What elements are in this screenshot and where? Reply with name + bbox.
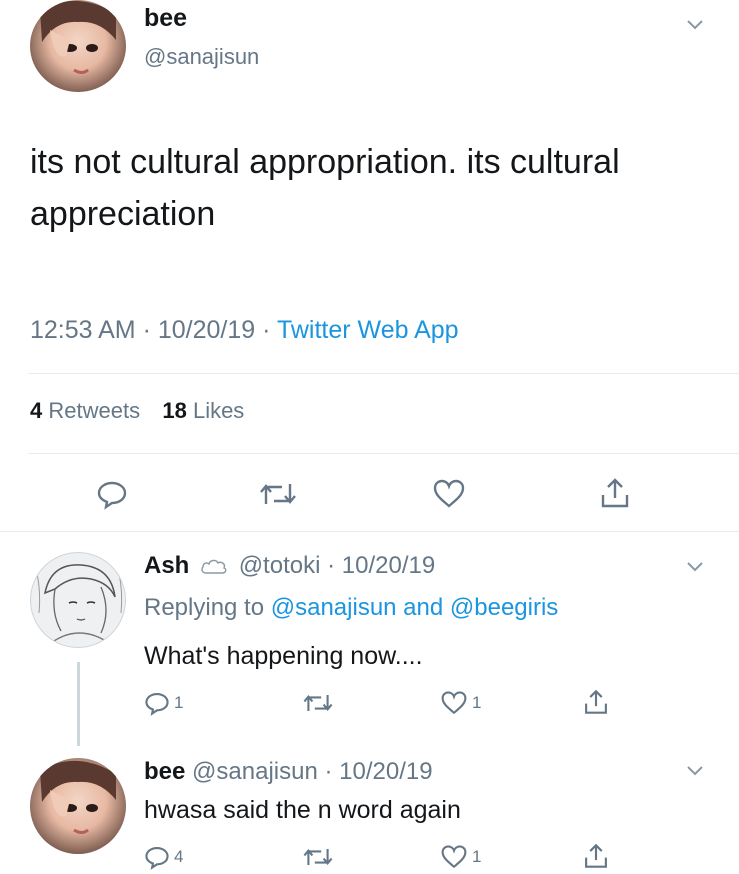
reply-text: hwasa said the n word again xyxy=(144,796,461,824)
reply-icon[interactable] xyxy=(144,690,170,716)
display-name[interactable]: bee xyxy=(144,758,185,785)
like-icon[interactable] xyxy=(432,478,466,510)
reply-header: Ash @totoki · 10/20/19 xyxy=(144,552,435,582)
retweet-icon[interactable] xyxy=(258,478,298,510)
like-icon[interactable] xyxy=(440,844,468,870)
share-icon[interactable] xyxy=(598,476,632,510)
thread-line xyxy=(77,662,80,746)
handle[interactable]: @totoki xyxy=(239,552,321,579)
tweet-text: its not cultural appropriation. its cult… xyxy=(30,143,620,233)
tweet-stats: 4 Retweets 18 Likes xyxy=(30,398,244,424)
avatar[interactable] xyxy=(30,758,126,854)
handle[interactable]: @sanajisun xyxy=(192,758,318,785)
reply-count: 1 xyxy=(174,693,184,712)
likes-label: Likes xyxy=(192,398,245,423)
retweet-icon[interactable] xyxy=(302,690,334,716)
reply-header: bee @sanajisun · 10/20/19 xyxy=(144,758,433,786)
separator: · xyxy=(262,316,271,344)
reply-date[interactable]: 10/20/19 xyxy=(342,552,435,579)
retweet-icon[interactable] xyxy=(302,844,334,870)
separator: · xyxy=(327,552,336,579)
likes-count: 18 xyxy=(162,398,187,423)
reply-icon[interactable] xyxy=(96,478,128,510)
reply-date[interactable]: 10/20/19 xyxy=(339,758,432,785)
handle[interactable]: @sanajisun xyxy=(144,44,259,70)
chevron-down-icon[interactable] xyxy=(684,14,706,36)
separator: · xyxy=(324,758,333,785)
retweets-label: Retweets xyxy=(48,398,141,423)
cloud-icon xyxy=(200,554,228,582)
reply-text: What's happening now.... xyxy=(144,642,423,670)
display-name[interactable]: bee xyxy=(144,4,187,33)
reply-count: 4 xyxy=(174,847,184,866)
share-icon[interactable] xyxy=(582,688,610,716)
replying-to: Replying to @sanajisun and @beegiris xyxy=(144,594,558,622)
replying-prefix: Replying to xyxy=(144,594,265,621)
divider xyxy=(28,373,739,374)
retweets-count: 4 xyxy=(30,398,43,423)
chevron-down-icon[interactable] xyxy=(684,760,706,782)
divider xyxy=(0,531,739,532)
avatar[interactable] xyxy=(30,552,126,648)
retweets-stat[interactable]: 4 Retweets xyxy=(30,398,146,423)
replying-users[interactable]: @sanajisun and @beegiris xyxy=(271,594,559,621)
tweet-source[interactable]: Twitter Web App xyxy=(277,316,459,344)
share-icon[interactable] xyxy=(582,842,610,870)
separator: · xyxy=(142,316,151,344)
tweet-time[interactable]: 12:53 AM xyxy=(30,316,136,344)
like-count: 1 xyxy=(472,847,482,866)
like-icon[interactable] xyxy=(440,690,468,716)
tweet-meta: 12:53 AM · 10/20/19 · Twitter Web App xyxy=(30,316,459,345)
chevron-down-icon[interactable] xyxy=(684,556,706,578)
likes-stat[interactable]: 18 Likes xyxy=(162,398,244,423)
divider xyxy=(28,453,739,454)
display-name[interactable]: Ash xyxy=(144,552,189,579)
reply-icon[interactable] xyxy=(144,844,170,870)
tweet-date[interactable]: 10/20/19 xyxy=(158,316,255,344)
avatar[interactable] xyxy=(30,0,126,92)
like-count: 1 xyxy=(472,693,482,712)
